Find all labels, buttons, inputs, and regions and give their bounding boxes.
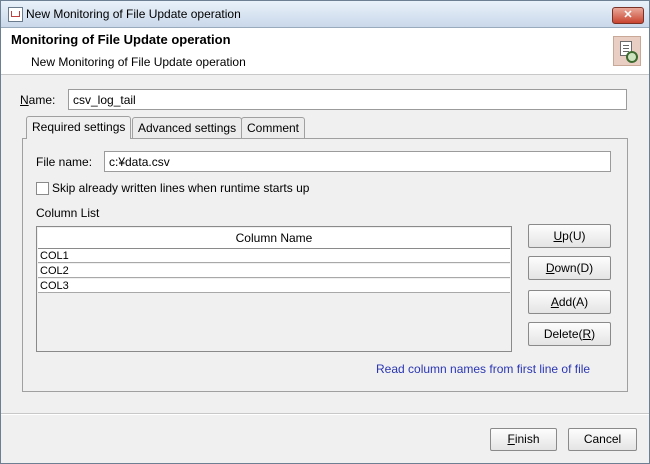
window-title: New Monitoring of File Update operation (26, 7, 241, 21)
column-list-label: Column List (36, 206, 100, 220)
down-mnemonic: D (545, 261, 555, 275)
table-row[interactable]: COL2 (38, 264, 510, 278)
skip-lines-label[interactable]: Skip already written lines when runtime … (52, 181, 309, 195)
down-button[interactable]: Down(D) (528, 256, 611, 280)
finish-mnemonic: F (507, 432, 515, 446)
finish-button[interactable]: Finish (490, 428, 557, 451)
tab-required-settings[interactable]: Required settings (26, 116, 132, 139)
column-name-header[interactable]: Column Name (38, 228, 510, 249)
dialog-header: Monitoring of File Update operation New … (1, 28, 649, 75)
binoculars-icon (626, 51, 638, 63)
name-label-rest: ame: (28, 93, 56, 107)
footer-separator (1, 413, 649, 415)
up-button[interactable]: Up(U) (528, 224, 611, 248)
delete-button[interactable]: Delete(R) (528, 322, 611, 346)
read-column-names-link[interactable]: Read column names from first line of fil… (376, 362, 590, 376)
tab-comment[interactable]: Comment (241, 117, 306, 138)
file-name-label: File name: (36, 155, 93, 169)
close-button[interactable]: ✕ (612, 7, 644, 24)
name-input[interactable]: csv_log_tail (68, 89, 627, 110)
table-row[interactable]: COL3 (38, 279, 510, 293)
name-label-mnemonic: N (20, 93, 29, 107)
dialog-window: New Monitoring of File Update operation … (0, 0, 650, 464)
down-label: own(D) (554, 261, 594, 275)
title-bar[interactable]: New Monitoring of File Update operation … (1, 1, 649, 28)
column-list-table[interactable]: Column Name COL1 COL2 COL3 (36, 226, 512, 352)
header-subtitle: New Monitoring of File Update operation (31, 55, 246, 69)
app-icon (8, 7, 23, 22)
add-label: dd(A) (558, 295, 589, 309)
add-button[interactable]: Add(A) (528, 290, 611, 314)
up-mnemonic: U (553, 229, 563, 243)
up-label: p(U) (562, 229, 586, 243)
file-monitor-icon (613, 36, 641, 66)
delete-mnemonic: R (582, 327, 592, 341)
delete-label-tail: ) (591, 327, 596, 341)
skip-lines-checkbox[interactable] (36, 182, 49, 195)
header-title: Monitoring of File Update operation (11, 32, 231, 47)
file-name-input[interactable]: c:¥data.csv (104, 151, 611, 172)
table-row[interactable]: COL1 (38, 249, 510, 263)
add-mnemonic: A (550, 295, 559, 309)
cancel-button[interactable]: Cancel (568, 428, 637, 451)
tab-advanced-settings[interactable]: Advanced settings (132, 117, 243, 138)
delete-label: Delete( (543, 327, 583, 341)
name-label: Name: (20, 93, 55, 107)
finish-label: inish (514, 432, 540, 446)
